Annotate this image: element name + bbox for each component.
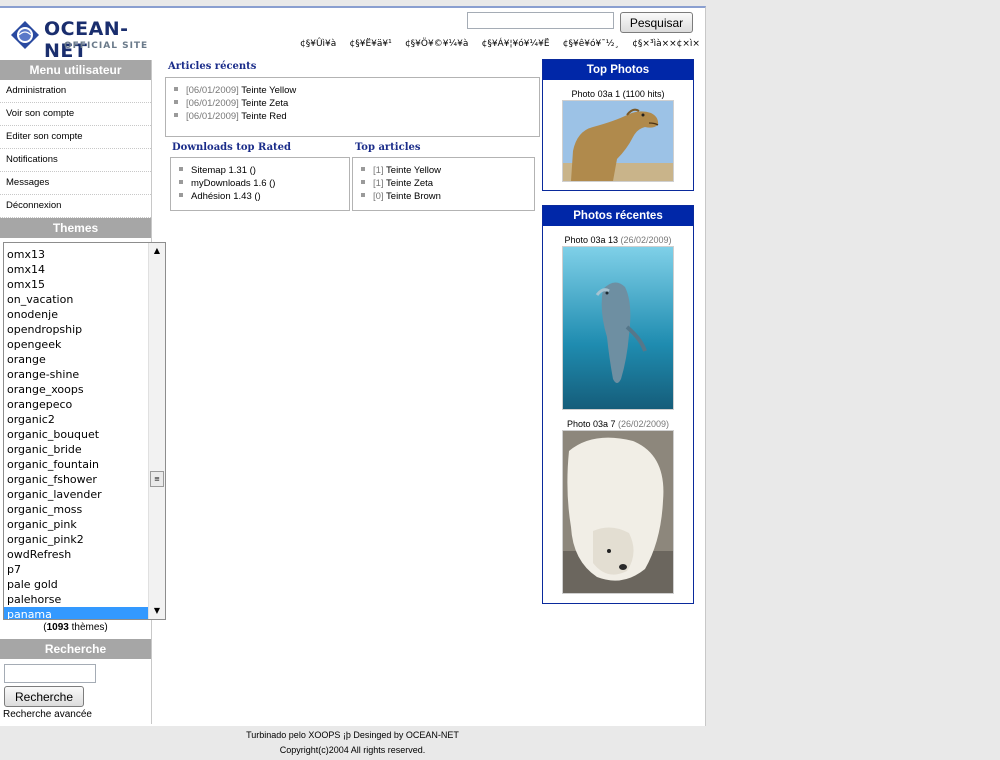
user-menu-item-administration[interactable]: Administration — [0, 80, 151, 103]
scroll-down-arrow-icon[interactable]: ▼ — [149, 603, 165, 619]
theme-option[interactable]: orange — [4, 352, 148, 367]
top-articles-box: [1] Teinte Yellow [1] Teinte Zeta [0] Te… — [352, 157, 535, 211]
logo-title: OCEAN-NET — [44, 18, 129, 62]
recent-photo-caption[interactable]: Photo 03a 7 (26/02/2009) — [543, 419, 693, 429]
themes-title: Themes — [0, 218, 151, 238]
advanced-search-link[interactable]: Recherche avancée — [3, 709, 151, 720]
top-nav-item[interactable]: ¢§×³ìà××¢×ì× — [632, 39, 700, 49]
recent-photo-caption[interactable]: Photo 03a 13 (26/02/2009) — [543, 235, 693, 245]
top-articles-title: Top articles — [355, 142, 421, 153]
site-logo[interactable]: OCEAN-NET OFFICIAL SITE — [10, 16, 170, 62]
theme-option[interactable]: pale gold — [4, 577, 148, 592]
theme-option[interactable]: organic_pink2 — [4, 532, 148, 547]
user-menu-item-edit-account[interactable]: Editer son compte — [0, 126, 151, 149]
downloads-top-rated-title: Downloads top Rated — [172, 142, 292, 153]
user-menu-item-notifications[interactable]: Notifications — [0, 149, 151, 172]
themes-scrollbar[interactable]: ▲ ≡ ▼ — [148, 243, 165, 619]
top-photos-block: Top Photos Photo 03a 1 (1100 hits) — [542, 59, 694, 191]
list-item[interactable]: myDownloads 1.6 () — [179, 177, 349, 190]
top-navigation: ¢§¥Ûì¥à ¢§¥Ë¥ä¥¹ ¢§¥Ö¥©¥¼¥à ¢§¥Á¥¦¥ó¥¼¥Ë… — [300, 39, 700, 49]
list-item[interactable]: [06/01/2009] Teinte Zeta — [174, 97, 539, 110]
theme-option[interactable]: organic_pink — [4, 517, 148, 532]
theme-option[interactable]: organic_fshower — [4, 472, 148, 487]
top-nav-item[interactable]: ¢§¥Ö¥©¥¼¥à — [405, 39, 468, 49]
themes-listbox[interactable]: omx13 omx14 omx15 on_vacation onodenje opendr… — [3, 242, 166, 620]
logo-globe-icon — [11, 21, 39, 49]
sidebar-search-button[interactable]: Recherche — [4, 686, 84, 707]
theme-option[interactable]: opengeek — [4, 337, 148, 352]
top-photos-title: Top Photos — [543, 60, 693, 80]
user-menu-item-messages[interactable]: Messages — [0, 172, 151, 195]
theme-option[interactable]: organic_bride — [4, 442, 148, 457]
theme-option[interactable]: omx15 — [4, 277, 148, 292]
footer-line-2: Copyright(c)2004 All rights reserved. — [279, 745, 426, 755]
recent-articles-title: Articles récents — [168, 61, 257, 72]
top-photo-caption[interactable]: Photo 03a 1 (1100 hits) — [543, 89, 693, 99]
theme-option[interactable]: onodenje — [4, 307, 148, 322]
list-item[interactable]: [0] Teinte Brown — [361, 190, 534, 203]
theme-option[interactable]: organic_lavender — [4, 487, 148, 502]
footer-line-1: Turbinado pelo XOOPS ¡þ Desinged by OCEA… — [246, 730, 459, 740]
recent-photos-title: Photos récentes — [543, 206, 693, 226]
theme-option[interactable]: orange_xoops — [4, 382, 148, 397]
user-menu-item-view-account[interactable]: Voir son compte — [0, 103, 151, 126]
list-item[interactable]: [06/01/2009] Teinte Yellow — [174, 84, 539, 97]
list-item[interactable]: [06/01/2009] Teinte Red — [174, 110, 539, 123]
top-nav-item[interactable]: ¢§¥Ë¥ä¥¹ — [350, 39, 392, 49]
user-menu-title: Menu utilisateur — [0, 60, 151, 80]
search-block-title: Recherche — [0, 639, 151, 659]
top-nav-item[interactable]: ¢§¥Á¥¦¥ó¥¼¥Ë — [482, 39, 550, 49]
recent-photos-block: Photos récentes Photo 03a 13 (26/02/2009… — [542, 205, 694, 604]
logo-subtitle: OFFICIAL SITE — [64, 41, 149, 51]
list-item[interactable]: [1] Teinte Zeta — [361, 177, 534, 190]
top-nav-item[interactable]: ¢§¥ê¥ó¥¯½¸ — [563, 39, 619, 49]
theme-option[interactable]: organic_fountain — [4, 457, 148, 472]
scroll-up-arrow-icon[interactable]: ▲ — [149, 243, 165, 259]
scroll-thumb[interactable]: ≡ — [150, 471, 164, 487]
theme-option[interactable]: organic_bouquet — [4, 427, 148, 442]
top-nav-item[interactable]: ¢§¥Ûì¥à — [300, 39, 336, 49]
recent-articles-box: [06/01/2009] Teinte Yellow [06/01/2009] … — [165, 77, 540, 137]
theme-option[interactable]: orangepeco — [4, 397, 148, 412]
header-search-button[interactable]: Pesquisar — [620, 12, 693, 33]
themes-count: (1093 thèmes) — [43, 622, 108, 633]
sidebar-search-input[interactable] — [4, 664, 96, 683]
theme-option[interactable]: omx13 — [4, 247, 148, 262]
theme-option[interactable]: panama — [4, 607, 148, 619]
list-item[interactable]: [1] Teinte Yellow — [361, 164, 534, 177]
theme-option[interactable]: on_vacation — [4, 292, 148, 307]
list-item[interactable]: Adhésion 1.43 () — [179, 190, 349, 203]
camel-photo[interactable] — [562, 100, 674, 182]
themes-count-number: 1093 — [46, 622, 69, 633]
user-menu-item-logout[interactable]: Déconnexion — [0, 195, 151, 218]
theme-option[interactable]: owdRefresh — [4, 547, 148, 562]
left-sidebar: Menu utilisateur Administration Voir son… — [0, 60, 166, 724]
downloads-top-rated-box: Sitemap 1.31 () myDownloads 1.6 () Adhés… — [170, 157, 350, 211]
user-menu: Administration Voir son compte Editer so… — [0, 80, 151, 218]
theme-option[interactable]: palehorse — [4, 592, 148, 607]
dolphin-photo[interactable] — [562, 246, 674, 410]
theme-option[interactable]: organic2 — [4, 412, 148, 427]
theme-option[interactable]: omx14 — [4, 262, 148, 277]
page-container: OCEAN-NET OFFICIAL SITE Pesquisar ¢§¥Ûì¥… — [0, 6, 706, 726]
list-item[interactable]: Sitemap 1.31 () — [179, 164, 349, 177]
theme-option[interactable]: opendropship — [4, 322, 148, 337]
theme-option[interactable]: p7 — [4, 562, 148, 577]
themes-list: omx13 omx14 omx15 on_vacation onodenje opendr… — [4, 247, 148, 619]
theme-option[interactable]: organic_moss — [4, 502, 148, 517]
polar-bear-photo[interactable] — [562, 430, 674, 594]
theme-option[interactable]: orange-shine — [4, 367, 148, 382]
header-search-input[interactable] — [467, 12, 614, 29]
